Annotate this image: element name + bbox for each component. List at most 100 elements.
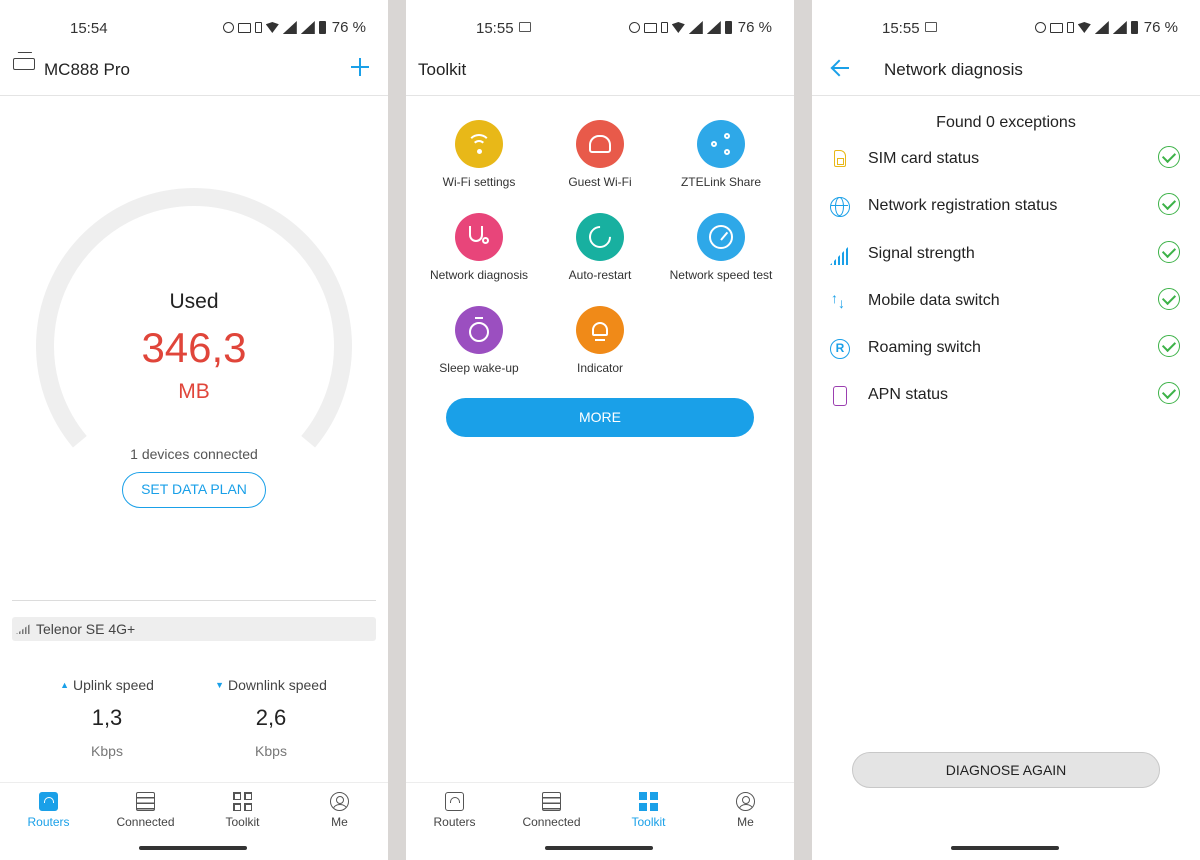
home-indicator[interactable] <box>951 846 1059 850</box>
tool-indicator[interactable]: Indicator <box>540 306 660 375</box>
router-icon <box>39 792 58 811</box>
downlink-arrow-icon: ▼ <box>215 680 225 690</box>
status-bar: 15:55 76 % <box>812 16 1200 40</box>
toolkit-screen: 15:55 76 % Toolkit Wi-Fi settings Guest … <box>406 0 794 860</box>
wifi-status-icon <box>265 22 279 33</box>
signal-status-icon <box>688 21 703 34</box>
check-label: Signal strength <box>868 245 975 262</box>
tool-wifi-settings[interactable]: Wi-Fi settings <box>419 120 539 189</box>
check-ok-icon <box>1158 335 1180 357</box>
network-diagnosis-screen: 15:55 76 % Network diagnosis Found 0 exc… <box>812 0 1200 860</box>
nav-connected[interactable]: Connected <box>97 783 194 834</box>
check-ok-icon <box>1158 382 1180 404</box>
alarm-icon <box>1034 22 1046 33</box>
check-label: Roaming switch <box>868 339 981 356</box>
home-indicator[interactable] <box>545 846 653 850</box>
battery-icon <box>318 21 326 34</box>
apn-icon <box>833 386 847 406</box>
signal-icon <box>830 245 850 265</box>
app-header: MC888 Pro <box>0 48 388 96</box>
tool-label: Auto-restart <box>568 268 632 282</box>
tool-ztelink-share[interactable]: ZTELink Share <box>661 120 781 189</box>
operator-name: Telenor SE 4G+ <box>36 621 136 637</box>
exceptions-summary: Found 0 exceptions <box>936 114 1076 131</box>
tool-label: ZTELink Share <box>680 175 762 189</box>
nav-connected[interactable]: Connected <box>503 783 600 834</box>
used-label: Used <box>169 290 219 313</box>
battery-percent: 76 % <box>1143 19 1178 36</box>
nav-routers[interactable]: Routers <box>0 783 97 834</box>
list-icon <box>542 792 561 811</box>
back-arrow-icon[interactable] <box>830 58 850 78</box>
home-indicator[interactable] <box>139 846 247 850</box>
nav-routers[interactable]: Routers <box>406 783 503 834</box>
tool-network-speed-test[interactable]: Network speed test <box>661 213 781 282</box>
nav-me[interactable]: Me <box>291 783 388 834</box>
routers-screen: 15:54 76 % MC888 Pro Used 346,3 MB 1 dev… <box>0 0 388 860</box>
guests-icon <box>576 120 624 168</box>
battery-icon <box>724 21 732 34</box>
nfc-icon <box>1049 22 1063 33</box>
signal-status-icon <box>1094 21 1109 34</box>
roaming-icon: R <box>830 339 850 359</box>
signal-status-icon-2 <box>1112 21 1127 34</box>
tool-label: Sleep wake-up <box>439 361 519 375</box>
status-bar: 15:55 76 % <box>406 16 794 40</box>
set-data-plan-button[interactable]: SET DATA PLAN <box>122 472 266 508</box>
tool-label: Wi-Fi settings <box>442 175 516 189</box>
check-ok-icon <box>1158 193 1180 215</box>
tool-label: Network diagnosis <box>429 268 529 282</box>
profile-icon <box>736 792 755 811</box>
diagnose-again-button[interactable]: DIAGNOSE AGAIN <box>852 752 1160 788</box>
timer-icon <box>455 306 503 354</box>
alarm-icon <box>222 22 234 33</box>
nav-toolkit[interactable]: Toolkit <box>600 783 697 834</box>
check-ok-icon <box>1158 288 1180 310</box>
router-icon <box>445 792 464 811</box>
battery-percent: 76 % <box>737 19 772 36</box>
devices-connected[interactable]: 1 devices connected <box>0 446 388 462</box>
uplink-label: Uplink speed <box>72 677 154 693</box>
tool-label: Network speed test <box>669 268 773 282</box>
gauge-track <box>36 188 352 448</box>
nav-toolkit[interactable]: Toolkit <box>194 783 291 834</box>
status-icons: 76 % <box>1034 19 1178 36</box>
downlink-unit: Kbps <box>255 743 287 759</box>
tool-label: Indicator <box>576 361 624 375</box>
stethoscope-icon <box>455 213 503 261</box>
nfc-icon <box>643 22 657 33</box>
tool-guest-wifi[interactable]: Guest Wi-Fi <box>540 120 660 189</box>
tool-sleep-wake-up[interactable]: Sleep wake-up <box>419 306 539 375</box>
operator-bar: Telenor SE 4G+ <box>12 617 376 641</box>
used-value: 346,3 <box>141 324 247 371</box>
grid-icon <box>233 792 252 811</box>
battery-icon <box>1130 21 1138 34</box>
check-network-registration-status: Network registration status <box>812 193 1200 223</box>
add-router-button[interactable] <box>350 57 370 77</box>
nav-me[interactable]: Me <box>697 783 794 834</box>
wifi-icon <box>455 120 503 168</box>
speedometer-icon <box>697 213 745 261</box>
downlink-speed: ▼ Downlink speed 2,6 Kbps <box>191 677 351 759</box>
more-button[interactable]: MORE <box>446 398 754 437</box>
up-down-arrows-icon <box>830 290 850 312</box>
status-time: 15:54 <box>70 20 108 37</box>
share-icon <box>697 120 745 168</box>
vibrate-icon <box>1066 22 1074 33</box>
wifi-status-icon <box>1077 22 1091 33</box>
tool-network-diagnosis[interactable]: Network diagnosis <box>419 213 539 282</box>
signal-status-icon <box>282 21 297 34</box>
profile-icon <box>330 792 349 811</box>
alarm-icon <box>628 22 640 33</box>
vibrate-icon <box>660 22 668 33</box>
check-roaming-switch: R Roaming switch <box>812 335 1200 365</box>
page-title: MC888 Pro <box>44 60 130 79</box>
check-label: SIM card status <box>868 150 980 167</box>
check-label: Network registration status <box>868 197 1058 214</box>
data-usage-gauge <box>36 188 352 448</box>
check-label: Mobile data switch <box>868 292 1000 309</box>
uplink-speed: ▲ Uplink speed 1,3 Kbps <box>27 677 187 759</box>
tool-auto-restart[interactable]: Auto-restart <box>540 213 660 282</box>
uplink-arrow-icon: ▲ <box>60 680 69 690</box>
page-title: Toolkit <box>418 60 467 79</box>
